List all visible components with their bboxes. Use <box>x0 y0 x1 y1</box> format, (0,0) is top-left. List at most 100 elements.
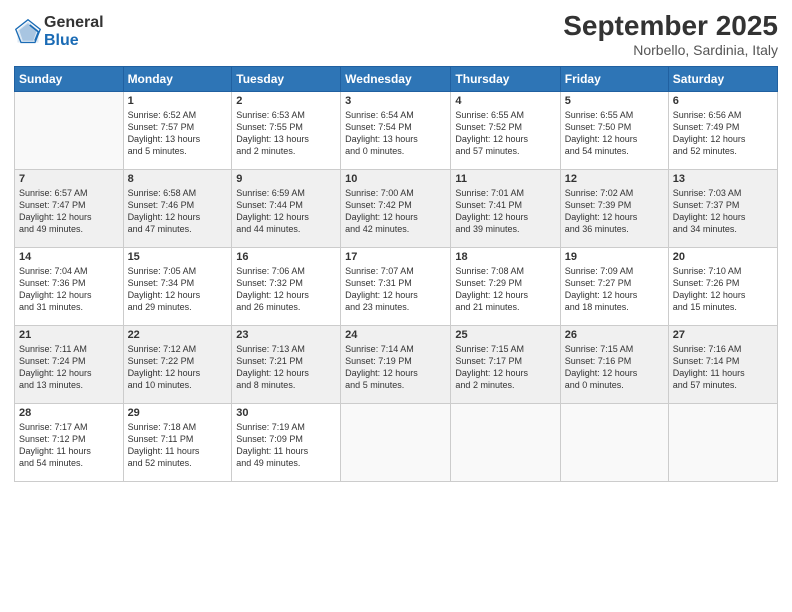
table-row: 11 Sunrise: 7:01 AM Sunset: 7:41 PM Dayli… <box>451 170 560 248</box>
table-row <box>668 404 777 482</box>
day-number: 24 <box>345 329 446 341</box>
day-number: 9 <box>236 173 336 185</box>
title-area: September 2025 Norbello, Sardinia, Italy <box>563 10 778 58</box>
day-info: Sunrise: 6:52 AM Sunset: 7:57 PM Dayligh… <box>128 109 228 158</box>
day-info: Sunrise: 7:10 AM Sunset: 7:26 PM Dayligh… <box>673 265 773 314</box>
table-row: 19 Sunrise: 7:09 AM Sunset: 7:27 PM Dayli… <box>560 248 668 326</box>
table-row <box>341 404 451 482</box>
day-number: 10 <box>345 173 446 185</box>
day-info: Sunrise: 7:11 AM Sunset: 7:24 PM Dayligh… <box>19 343 119 392</box>
table-row: 9 Sunrise: 6:59 AM Sunset: 7:44 PM Daylig… <box>232 170 341 248</box>
day-info: Sunrise: 7:17 AM Sunset: 7:12 PM Dayligh… <box>19 421 119 470</box>
calendar-week-row: 1Sunrise: 6:52 AM Sunset: 7:57 PM Daylig… <box>15 92 778 170</box>
table-row: 23Sunrise: 7:13 AM Sunset: 7:21 PM Dayli… <box>232 326 341 404</box>
day-info: Sunrise: 7:01 AM Sunset: 7:41 PM Dayligh… <box>455 187 555 236</box>
day-info: Sunrise: 7:15 AM Sunset: 7:17 PM Dayligh… <box>455 343 555 392</box>
day-number: 28 <box>19 407 119 419</box>
col-monday: Monday <box>123 67 232 92</box>
day-number: 15 <box>128 251 228 263</box>
day-number: 26 <box>565 329 664 341</box>
table-row: 20 Sunrise: 7:10 AM Sunset: 7:26 PM Dayli… <box>668 248 777 326</box>
day-number: 23 <box>236 329 336 341</box>
day-info: Sunrise: 7:04 AM Sunset: 7:36 PM Dayligh… <box>19 265 119 314</box>
table-row: 18Sunrise: 7:08 AM Sunset: 7:29 PM Dayli… <box>451 248 560 326</box>
day-info: Sunrise: 6:53 AM Sunset: 7:55 PM Dayligh… <box>236 109 336 158</box>
table-row <box>15 92 124 170</box>
day-number: 30 <box>236 407 336 419</box>
day-number: 4 <box>455 95 555 107</box>
calendar-table: Sunday Monday Tuesday Wednesday Thursday… <box>14 66 778 482</box>
day-number: 20 <box>673 251 773 263</box>
col-thursday: Thursday <box>451 67 560 92</box>
col-wednesday: Wednesday <box>341 67 451 92</box>
day-info: Sunrise: 7:18 AM Sunset: 7:11 PM Dayligh… <box>128 421 228 470</box>
table-row: 29 Sunrise: 7:18 AM Sunset: 7:11 PM Dayli… <box>123 404 232 482</box>
day-info: Sunrise: 6:54 AM Sunset: 7:54 PM Dayligh… <box>345 109 446 158</box>
day-number: 16 <box>236 251 336 263</box>
table-row: 2 Sunrise: 6:53 AM Sunset: 7:55 PM Daylig… <box>232 92 341 170</box>
table-row: 27Sunrise: 7:16 AM Sunset: 7:14 PM Dayli… <box>668 326 777 404</box>
col-tuesday: Tuesday <box>232 67 341 92</box>
day-info: Sunrise: 7:08 AM Sunset: 7:29 PM Dayligh… <box>455 265 555 314</box>
table-row: 14 Sunrise: 7:04 AM Sunset: 7:36 PM Dayli… <box>15 248 124 326</box>
table-row: 24 Sunrise: 7:14 AM Sunset: 7:19 PM Dayli… <box>341 326 451 404</box>
day-number: 12 <box>565 173 664 185</box>
day-info: Sunrise: 7:14 AM Sunset: 7:19 PM Dayligh… <box>345 343 446 392</box>
table-row: 4 Sunrise: 6:55 AM Sunset: 7:52 PM Daylig… <box>451 92 560 170</box>
table-row <box>560 404 668 482</box>
table-row: 10 Sunrise: 7:00 AM Sunset: 7:42 PM Dayli… <box>341 170 451 248</box>
day-info: Sunrise: 7:06 AM Sunset: 7:32 PM Dayligh… <box>236 265 336 314</box>
table-row: 15 Sunrise: 7:05 AM Sunset: 7:34 PM Dayli… <box>123 248 232 326</box>
day-info: Sunrise: 7:05 AM Sunset: 7:34 PM Dayligh… <box>128 265 228 314</box>
table-row: 22 Sunrise: 7:12 AM Sunset: 7:22 PM Dayli… <box>123 326 232 404</box>
table-row: 30 Sunrise: 7:19 AM Sunset: 7:09 PM Dayli… <box>232 404 341 482</box>
day-info: Sunrise: 7:03 AM Sunset: 7:37 PM Dayligh… <box>673 187 773 236</box>
day-info: Sunrise: 7:09 AM Sunset: 7:27 PM Dayligh… <box>565 265 664 314</box>
col-saturday: Saturday <box>668 67 777 92</box>
table-row: 6Sunrise: 6:56 AM Sunset: 7:49 PM Daylig… <box>668 92 777 170</box>
table-row: 28 Sunrise: 7:17 AM Sunset: 7:12 PM Dayli… <box>15 404 124 482</box>
day-info: Sunrise: 7:12 AM Sunset: 7:22 PM Dayligh… <box>128 343 228 392</box>
col-sunday: Sunday <box>15 67 124 92</box>
table-row: 26 Sunrise: 7:15 AM Sunset: 7:16 PM Dayli… <box>560 326 668 404</box>
day-info: Sunrise: 6:55 AM Sunset: 7:52 PM Dayligh… <box>455 109 555 158</box>
day-info: Sunrise: 6:56 AM Sunset: 7:49 PM Dayligh… <box>673 109 773 158</box>
header: General Blue September 2025 Norbello, Sa… <box>14 10 778 58</box>
day-number: 27 <box>673 329 773 341</box>
day-number: 29 <box>128 407 228 419</box>
table-row: 17Sunrise: 7:07 AM Sunset: 7:31 PM Dayli… <box>341 248 451 326</box>
table-row: 25 Sunrise: 7:15 AM Sunset: 7:17 PM Dayli… <box>451 326 560 404</box>
day-info: Sunrise: 6:55 AM Sunset: 7:50 PM Dayligh… <box>565 109 664 158</box>
day-number: 22 <box>128 329 228 341</box>
day-number: 2 <box>236 95 336 107</box>
table-row: 16 Sunrise: 7:06 AM Sunset: 7:32 PM Dayli… <box>232 248 341 326</box>
month-title: September 2025 <box>563 10 778 42</box>
day-info: Sunrise: 7:00 AM Sunset: 7:42 PM Dayligh… <box>345 187 446 236</box>
day-number: 11 <box>455 173 555 185</box>
table-row: 8Sunrise: 6:58 AM Sunset: 7:46 PM Daylig… <box>123 170 232 248</box>
day-info: Sunrise: 7:15 AM Sunset: 7:16 PM Dayligh… <box>565 343 664 392</box>
table-row: 5Sunrise: 6:55 AM Sunset: 7:50 PM Daylig… <box>560 92 668 170</box>
calendar-header-row: Sunday Monday Tuesday Wednesday Thursday… <box>15 67 778 92</box>
table-row: 13 Sunrise: 7:03 AM Sunset: 7:37 PM Dayli… <box>668 170 777 248</box>
logo-general-text: General <box>44 14 104 32</box>
calendar-week-row: 7Sunrise: 6:57 AM Sunset: 7:47 PM Daylig… <box>15 170 778 248</box>
day-number: 13 <box>673 173 773 185</box>
day-info: Sunrise: 6:59 AM Sunset: 7:44 PM Dayligh… <box>236 187 336 236</box>
day-number: 25 <box>455 329 555 341</box>
logo-text: General Blue <box>44 14 104 49</box>
day-info: Sunrise: 6:58 AM Sunset: 7:46 PM Dayligh… <box>128 187 228 236</box>
day-info: Sunrise: 7:19 AM Sunset: 7:09 PM Dayligh… <box>236 421 336 470</box>
day-number: 14 <box>19 251 119 263</box>
day-number: 19 <box>565 251 664 263</box>
table-row: 21 Sunrise: 7:11 AM Sunset: 7:24 PM Dayli… <box>15 326 124 404</box>
day-number: 17 <box>345 251 446 263</box>
table-row: 12Sunrise: 7:02 AM Sunset: 7:39 PM Dayli… <box>560 170 668 248</box>
table-row: 7Sunrise: 6:57 AM Sunset: 7:47 PM Daylig… <box>15 170 124 248</box>
day-number: 21 <box>19 329 119 341</box>
table-row: 3 Sunrise: 6:54 AM Sunset: 7:54 PM Daylig… <box>341 92 451 170</box>
day-number: 3 <box>345 95 446 107</box>
logo-blue-text: Blue <box>44 32 104 50</box>
day-number: 7 <box>19 173 119 185</box>
logo: General Blue <box>14 14 104 49</box>
